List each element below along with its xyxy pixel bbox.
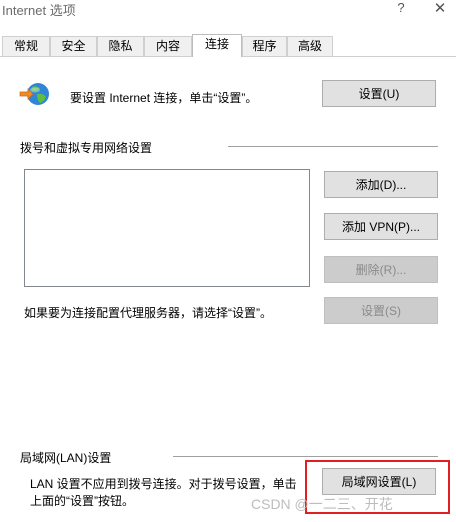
tab-strip: 常规 安全 隐私 内容 连接 程序 高级 bbox=[0, 34, 456, 57]
dialup-section-title: 拨号和虚拟专用网络设置 bbox=[20, 141, 153, 155]
window-title: Internet 选项 bbox=[2, 3, 76, 18]
help-icon[interactable]: ? bbox=[393, 0, 409, 18]
tab-privacy[interactable]: 隐私 bbox=[97, 36, 144, 56]
tab-connections[interactable]: 连接 bbox=[192, 34, 242, 57]
tab-programs[interactable]: 程序 bbox=[242, 36, 287, 56]
add-button[interactable]: 添加(D)... bbox=[324, 171, 438, 198]
lan-section-title: 局域网(LAN)设置 bbox=[20, 451, 112, 465]
tab-security[interactable]: 安全 bbox=[50, 36, 97, 56]
connection-list[interactable] bbox=[24, 169, 310, 287]
setup-button[interactable]: 设置(U) bbox=[322, 80, 436, 107]
title-bar: Internet 选项 ? ✕ bbox=[0, 0, 456, 22]
dialup-settings-button[interactable]: 设置(S) bbox=[324, 297, 438, 324]
add-vpn-button[interactable]: 添加 VPN(P)... bbox=[324, 213, 438, 240]
remove-button[interactable]: 删除(R)... bbox=[324, 256, 438, 283]
close-icon[interactable]: ✕ bbox=[430, 0, 450, 19]
tab-content[interactable]: 内容 bbox=[144, 36, 192, 56]
lan-section-divider bbox=[173, 456, 438, 457]
internet-globe-icon bbox=[19, 83, 49, 105]
proxy-instruction-text: 如果要为连接配置代理服务器，请选择“设置”。 bbox=[24, 306, 272, 320]
dialup-section-divider bbox=[228, 146, 438, 147]
tab-general[interactable]: 常规 bbox=[2, 36, 50, 56]
setup-instruction-text: 要设置 Internet 连接，单击“设置”。 bbox=[70, 91, 258, 105]
tab-advanced[interactable]: 高级 bbox=[287, 36, 333, 56]
watermark-text: CSDN @一二三、开花 bbox=[251, 496, 393, 512]
